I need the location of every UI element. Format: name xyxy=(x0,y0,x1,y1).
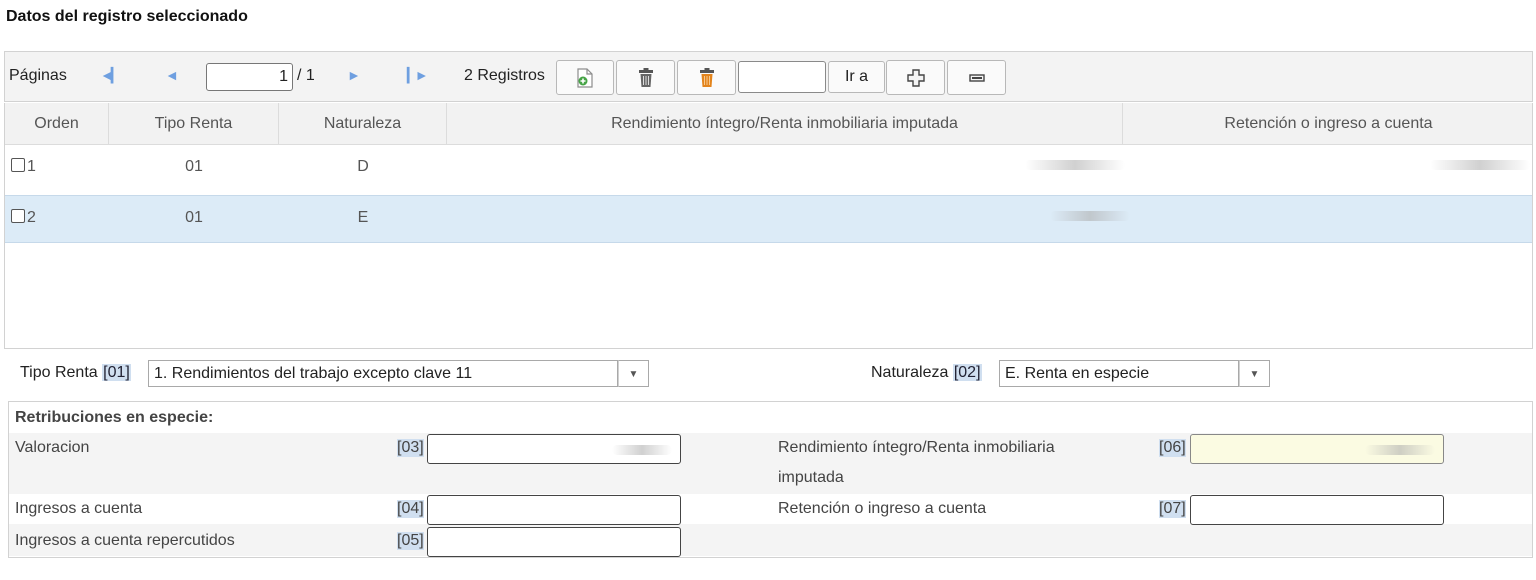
repercutidos-label: Ingresos a cuenta repercutidos xyxy=(15,532,235,549)
delete-all-button[interactable] xyxy=(677,60,736,95)
naturaleza-select[interactable]: E. Renta en especie xyxy=(999,360,1239,387)
collapse-icon xyxy=(968,73,985,82)
retencion-label: Retención o ingreso a cuenta xyxy=(778,500,987,517)
trash-icon xyxy=(638,67,653,87)
row-checkbox[interactable] xyxy=(11,209,25,223)
ingresos-input[interactable] xyxy=(427,495,681,525)
rendimiento-input xyxy=(1190,434,1444,464)
chevron-down-icon[interactable]: ▼ xyxy=(1239,360,1270,387)
last-page-icon[interactable]: ▎► xyxy=(407,67,429,84)
retribuciones-panel: Retribuciones en especie: Valoracion [03… xyxy=(8,401,1533,558)
row-orden: 1 xyxy=(27,158,36,175)
redacted-value xyxy=(612,445,672,455)
trash-orange-icon xyxy=(699,67,714,87)
row-orden-cell[interactable]: 1 xyxy=(5,145,55,193)
repercutidos-input[interactable] xyxy=(427,527,681,557)
expand-button[interactable] xyxy=(886,60,945,95)
valoracion-input[interactable] xyxy=(427,434,681,464)
valoracion-label: Valoracion xyxy=(15,439,90,456)
pages-label: Páginas xyxy=(9,67,67,84)
first-page-icon[interactable]: ◄▎ xyxy=(100,67,122,84)
records-count: 2 Registros xyxy=(464,67,545,84)
row-band xyxy=(9,524,1532,556)
column-header-naturaleza[interactable]: Naturaleza xyxy=(279,103,447,145)
panel-title: Retribuciones en especie: xyxy=(15,409,214,426)
chevron-down-icon[interactable]: ▼ xyxy=(618,360,649,387)
naturaleza-label: Naturaleza [02] xyxy=(871,364,982,382)
tipo-renta-select[interactable]: 1. Rendimientos del trabajo excepto clav… xyxy=(148,360,618,387)
rendimiento-label-line1: Rendimiento íntegro/Renta inmobiliaria xyxy=(778,439,1055,456)
expand-icon xyxy=(906,68,925,87)
column-header-tipo-renta[interactable]: Tipo Renta xyxy=(109,103,279,145)
page-number-input[interactable]: 1 xyxy=(206,63,293,91)
ingresos-code: [04] xyxy=(397,500,424,518)
repercutidos-code: [05] xyxy=(397,532,424,550)
row-orden: 2 xyxy=(27,209,36,226)
previous-page-icon[interactable]: ◄ xyxy=(165,67,179,83)
row-checkbox[interactable] xyxy=(11,158,25,172)
grid-header: Orden Tipo Renta Naturaleza Rendimiento … xyxy=(5,103,1532,145)
naturaleza-code: [02] xyxy=(952,364,982,381)
add-record-icon xyxy=(577,67,593,88)
redacted-value xyxy=(1430,160,1530,170)
rendimiento-code: [06] xyxy=(1159,439,1186,457)
row-naturaleza: D xyxy=(357,158,369,175)
row-orden-cell[interactable]: 2 xyxy=(5,196,55,244)
ingresos-label: Ingresos a cuenta xyxy=(15,500,143,517)
collapse-button[interactable] xyxy=(947,60,1006,95)
records-grid: Orden Tipo Renta Naturaleza Rendimiento … xyxy=(4,103,1533,349)
row-naturaleza: E xyxy=(357,209,369,226)
retencion-code: [07] xyxy=(1159,500,1186,518)
redacted-value xyxy=(1050,211,1130,221)
tipo-renta-code: [01] xyxy=(102,364,131,381)
add-record-button[interactable] xyxy=(556,60,614,95)
redacted-value xyxy=(1025,160,1125,170)
goto-button[interactable]: Ir a xyxy=(828,61,885,93)
goto-record-input[interactable] xyxy=(738,61,826,93)
row-tipo-renta: 01 xyxy=(185,158,203,175)
column-header-orden[interactable]: Orden xyxy=(5,103,109,145)
rendimiento-label-line2: imputada xyxy=(778,469,844,486)
retencion-input[interactable] xyxy=(1190,495,1444,525)
column-header-retencion[interactable]: Retención o ingreso a cuenta xyxy=(1123,103,1534,145)
table-row-selected[interactable]: 2 01 E xyxy=(5,195,1532,243)
naturaleza-label-text: Naturaleza xyxy=(871,364,949,381)
pagination-toolbar: Páginas ◄▎ ◄ 1 / 1 ► ▎► 2 Registros Ir a xyxy=(4,51,1533,102)
table-row[interactable]: 1 01 D xyxy=(5,145,1532,193)
tipo-renta-label-text: Tipo Renta xyxy=(20,364,98,381)
delete-record-button[interactable] xyxy=(616,60,675,95)
tipo-renta-label: Tipo Renta [01] xyxy=(20,364,131,382)
page-total: / 1 xyxy=(297,67,315,84)
valoracion-code: [03] xyxy=(397,439,424,457)
next-page-icon[interactable]: ► xyxy=(347,67,361,83)
column-header-rendimiento[interactable]: Rendimiento íntegro/Renta inmobiliaria i… xyxy=(447,103,1123,145)
section-title: Datos del registro seleccionado xyxy=(6,8,248,25)
row-tipo-renta: 01 xyxy=(185,209,203,226)
redacted-value xyxy=(1365,445,1435,455)
